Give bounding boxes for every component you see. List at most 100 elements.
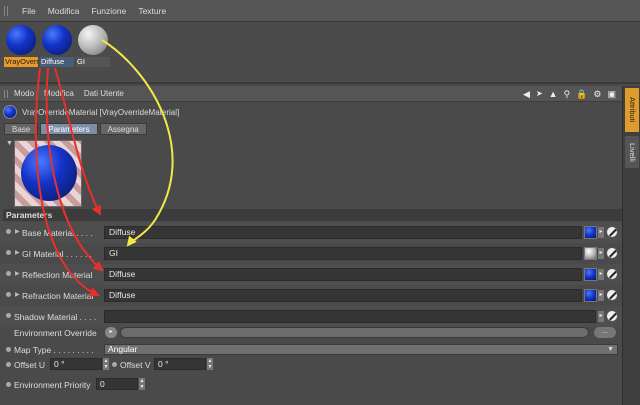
clear-link-icon[interactable] <box>606 226 618 238</box>
map-type-select[interactable]: Angular ▼ <box>104 344 618 355</box>
param-row-reflection-material: ▶ Reflection Material Diffuse ▸ <box>0 264 622 285</box>
animation-dot-icon[interactable] <box>6 313 11 318</box>
animation-dot-icon[interactable] <box>6 362 11 367</box>
link-menu-button[interactable]: ▸ <box>598 227 604 238</box>
expand-arrow-icon[interactable]: ▶ <box>15 249 20 256</box>
animation-dot-icon[interactable] <box>6 292 11 297</box>
offset-v-stepper[interactable]: ▲ ▼ <box>207 358 213 370</box>
animation-dot-icon[interactable] <box>6 250 11 255</box>
preview-sphere-icon <box>21 145 77 201</box>
material-swatch-icon[interactable] <box>584 247 597 260</box>
section-header-parameters: Parameters <box>3 209 622 221</box>
cursor-icon[interactable]: ➤ <box>536 88 543 100</box>
preview-collapse-icon[interactable]: ▼ <box>6 140 13 147</box>
back-arrow-icon[interactable]: ◀ <box>523 88 530 100</box>
link-menu-button[interactable]: ▸ <box>598 269 604 280</box>
refraction-material-field[interactable]: Diffuse <box>104 289 582 302</box>
clear-link-icon[interactable] <box>606 289 618 301</box>
animation-dot-icon[interactable] <box>6 347 11 352</box>
map-type-value: Angular <box>108 344 138 354</box>
animation-dot-icon[interactable] <box>6 382 11 387</box>
menu-file[interactable]: File <box>22 6 36 16</box>
animation-dot-icon[interactable] <box>112 362 117 367</box>
side-tab-attributi[interactable]: Attributi <box>625 88 639 132</box>
tab-assegna[interactable]: Assegna <box>99 123 147 135</box>
material-sphere-icon <box>3 105 17 119</box>
menu-dati-utente[interactable]: Dati Utente <box>84 89 124 98</box>
menu-modifica[interactable]: Modifica <box>48 6 80 16</box>
param-label: Base Material . . . . <box>22 228 93 238</box>
environment-priority-label: Environment Priority <box>14 380 91 390</box>
param-row-gi-material: ▶ GI Material . . . . . . GI ▸ <box>0 243 622 264</box>
param-row-shadow-material: Shadow Material . . . . ▸ <box>0 306 622 327</box>
gi-material-field[interactable]: GI <box>104 247 582 260</box>
grip-handle-icon[interactable] <box>4 90 9 98</box>
environment-expand-button[interactable]: ▸ <box>105 327 117 338</box>
expand-arrow-icon[interactable]: ▶ <box>15 228 20 235</box>
menu-texture[interactable]: Texture <box>138 6 166 16</box>
tab-parameters[interactable]: Parameters <box>40 123 98 135</box>
environment-priority-stepper[interactable]: ▲ ▼ <box>139 378 145 390</box>
shadow-material-field[interactable] <box>104 310 596 323</box>
material-list: VrayOverr Diffuse GI <box>0 22 640 84</box>
side-tab-strip: Attributi Livelli <box>622 86 640 405</box>
offset-row: Offset U 0 ° ▲ ▼ Offset V 0 ° ▲ ▼ <box>0 358 622 371</box>
chevron-down-icon: ▼ <box>607 346 614 353</box>
attribute-toolbar: ◀ ➤ ▲ ⚲ 🔒 ⚙ ▣ <box>523 88 616 100</box>
environment-texture-slot[interactable] <box>120 327 589 338</box>
environment-browse-button[interactable]: ... <box>594 327 616 338</box>
attribute-tabs: Base Parameters Assegna <box>4 123 147 135</box>
material-swatch-icon[interactable] <box>584 226 597 239</box>
new-panel-icon[interactable]: ▣ <box>607 88 616 100</box>
map-type-label: Map Type . . . . . . . . . <box>14 345 94 355</box>
menu-modo[interactable]: Modo <box>14 89 34 98</box>
tab-base[interactable]: Base <box>4 123 39 135</box>
offset-u-label: Offset U <box>14 360 46 370</box>
material-thumb-label: GI <box>76 57 110 67</box>
material-title: VrayOverrideMaterial [VrayOverrideMateri… <box>22 107 180 117</box>
environment-priority-input[interactable]: 0 <box>96 378 138 390</box>
menu-modifica-attr[interactable]: Modifica <box>44 89 74 98</box>
link-menu-button[interactable]: ▸ <box>598 290 604 301</box>
base-material-field[interactable]: Diffuse <box>104 226 582 239</box>
material-sphere-icon <box>78 25 108 55</box>
material-thumb-vrayoverride[interactable]: VrayOverr <box>4 24 38 68</box>
material-preview <box>14 140 82 207</box>
material-thumb-diffuse[interactable]: Diffuse <box>40 24 74 68</box>
reflection-material-field[interactable]: Diffuse <box>104 268 582 281</box>
grip-handle-icon[interactable] <box>4 6 10 16</box>
param-row-base-material: ▶ Base Material . . . . Diffuse ▸ <box>0 222 622 243</box>
material-thumb-label: Diffuse <box>40 57 74 67</box>
expand-arrow-icon[interactable]: ▶ <box>15 291 20 298</box>
offset-v-input[interactable]: 0 ° <box>154 358 206 370</box>
link-menu-button[interactable]: ▸ <box>598 311 604 322</box>
animation-dot-icon[interactable] <box>6 271 11 276</box>
up-arrow-icon[interactable]: ▲ <box>549 88 558 100</box>
material-sphere-icon <box>6 25 36 55</box>
material-swatch-icon[interactable] <box>584 289 597 302</box>
material-thumb-gi[interactable]: GI <box>76 24 110 68</box>
lock-icon[interactable]: 🔒 <box>576 88 587 100</box>
material-title-line: VrayOverrideMaterial [VrayOverrideMateri… <box>3 104 179 120</box>
attribute-menu: Modo Modifica Dati Utente <box>14 89 124 98</box>
link-menu-button[interactable]: ▸ <box>598 248 604 259</box>
material-sphere-icon <box>42 25 72 55</box>
environment-priority-row: Environment Priority 0 ▲ ▼ <box>0 378 622 391</box>
expand-arrow-icon[interactable]: ▶ <box>15 270 20 277</box>
offset-u-input[interactable]: 0 ° <box>50 358 102 370</box>
settings-icon[interactable]: ⚙ <box>593 88 601 100</box>
search-icon[interactable]: ⚲ <box>564 88 571 100</box>
clear-link-icon[interactable] <box>606 247 618 259</box>
clear-link-icon[interactable] <box>606 268 618 280</box>
offset-u-stepper[interactable]: ▲ ▼ <box>103 358 109 370</box>
param-row-refraction-material: ▶ Refraction Material Diffuse ▸ <box>0 285 622 306</box>
material-manager-menubar: File Modifica Funzione Texture <box>0 0 640 22</box>
material-swatch-icon[interactable] <box>584 268 597 281</box>
animation-dot-icon[interactable] <box>6 229 11 234</box>
side-tab-livelli[interactable]: Livelli <box>625 136 639 168</box>
clear-link-icon[interactable] <box>606 310 618 322</box>
param-label: Shadow Material . . . . <box>14 312 97 322</box>
menu-funzione[interactable]: Funzione <box>91 6 126 16</box>
param-label: Reflection Material <box>22 270 93 280</box>
material-thumb-label: VrayOverr <box>4 57 38 67</box>
